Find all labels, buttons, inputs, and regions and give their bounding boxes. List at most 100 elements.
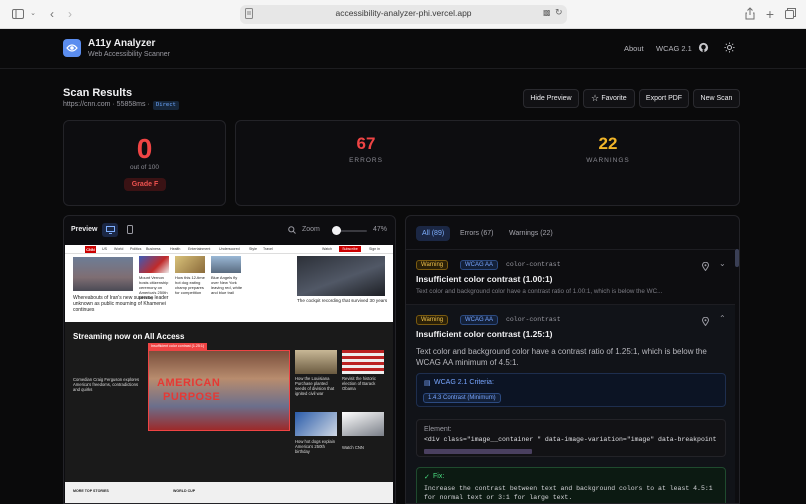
hide-preview-label: Hide Preview bbox=[530, 95, 572, 102]
site-subscribe-button: Subscribe bbox=[339, 246, 361, 252]
section-heading: MORE TOP STORIES bbox=[73, 489, 109, 493]
locate-icon[interactable] bbox=[702, 262, 709, 271]
score-value: 0 bbox=[136, 133, 153, 164]
zoom-label: Zoom bbox=[302, 226, 320, 233]
warnings-count: 22 bbox=[598, 134, 618, 153]
mobile-view-button[interactable] bbox=[122, 223, 138, 237]
app-subtitle: Web Accessibility Scanner bbox=[88, 51, 170, 58]
website-preview[interactable]: CNN US World Politics Business Health En… bbox=[65, 245, 393, 503]
element-label: Element: bbox=[424, 426, 452, 433]
app-title: A11y Analyzer bbox=[88, 38, 156, 49]
tabs-overview-icon[interactable] bbox=[785, 8, 796, 19]
reload-icon[interactable]: ↻ bbox=[555, 7, 563, 18]
nav-wcag-link[interactable]: WCAG 2.1 bbox=[656, 44, 692, 53]
site-nav-item: Politics bbox=[130, 247, 142, 251]
issue-title: Insufficient color contrast (1.25:1) bbox=[416, 329, 553, 339]
tab-errors[interactable]: Errors (67) bbox=[454, 226, 499, 241]
site-nav-item: Underscored bbox=[219, 247, 240, 251]
fix-box: ✓ Fix: Increase the contrast between tex… bbox=[416, 467, 726, 503]
forward-icon[interactable]: › bbox=[63, 7, 77, 21]
video-caption: The cockpit recording that survived 30 y… bbox=[297, 298, 388, 303]
story-caption: How this 12-time hot dog eating champ pr… bbox=[175, 275, 205, 295]
new-scan-label: New Scan bbox=[700, 95, 733, 102]
results-panel: All (89) Errors (67) Warnings (22) Warni… bbox=[405, 215, 740, 504]
feature-image-text: AMERICAN bbox=[157, 377, 221, 389]
story-caption: Blue Angels fly over New York leaving re… bbox=[211, 275, 243, 295]
issue-summary: Text color and background color have a c… bbox=[416, 288, 663, 295]
chevron-down-icon[interactable]: ⌄ bbox=[26, 7, 40, 21]
url-text: accessibility-analyzer-phi.vercel.app bbox=[335, 8, 472, 18]
site-nav-item: World bbox=[114, 247, 124, 251]
side-image bbox=[342, 350, 384, 374]
back-icon[interactable]: ‹ bbox=[45, 7, 59, 21]
site-nav-item: Watch bbox=[322, 247, 333, 251]
locate-icon[interactable] bbox=[702, 317, 709, 326]
theme-toggle-icon[interactable] bbox=[724, 42, 735, 53]
desktop-view-button[interactable] bbox=[102, 223, 118, 237]
new-scan-button[interactable]: New Scan bbox=[693, 89, 740, 108]
streaming-section: Streaming now on All Access Insufficient… bbox=[65, 322, 393, 503]
site-nav-item: Sign in bbox=[369, 247, 380, 251]
criteria-item[interactable]: 1.4.3 Contrast (Minimum) bbox=[423, 393, 501, 403]
severity-badge: Warning bbox=[416, 315, 449, 325]
scrollbar[interactable] bbox=[735, 249, 739, 267]
headline-image bbox=[73, 257, 133, 291]
rule-id: color-contrast bbox=[506, 261, 561, 268]
story-image bbox=[139, 256, 169, 273]
star-icon: ☆ bbox=[591, 93, 600, 103]
zoom-value: 47% bbox=[373, 226, 388, 233]
address-bar[interactable]: accessibility-analyzer-phi.vercel.app ▩ … bbox=[240, 5, 567, 24]
wcag-level-badge: WCAG AA bbox=[460, 315, 499, 325]
favorite-button[interactable]: ☆ Favorite bbox=[583, 89, 635, 108]
side-image bbox=[295, 350, 337, 374]
export-pdf-button[interactable]: Export PDF bbox=[639, 89, 689, 108]
wcag-level-badge: WCAG AA bbox=[460, 260, 499, 270]
new-tab-icon[interactable]: + bbox=[763, 7, 777, 21]
nav-about-link[interactable]: About bbox=[624, 44, 644, 53]
collapse-icon[interactable]: ⌃ bbox=[719, 314, 726, 323]
stats-card: 67 ERRORS 22 WARNINGS bbox=[235, 120, 740, 206]
share-icon[interactable] bbox=[745, 7, 755, 20]
element-box: Element: <div class="image__container " … bbox=[416, 419, 726, 457]
element-code: <div class="image__container " data-imag… bbox=[424, 436, 717, 443]
issue-title: Insufficient color contrast (1.00:1) bbox=[416, 274, 553, 284]
check-icon: ✓ bbox=[424, 474, 430, 481]
tab-all[interactable]: All (89) bbox=[416, 226, 451, 241]
github-icon[interactable] bbox=[698, 42, 709, 53]
hide-preview-button[interactable]: Hide Preview bbox=[523, 89, 579, 108]
expand-icon[interactable]: ⌄ bbox=[719, 259, 726, 268]
favorite-label: Favorite bbox=[601, 95, 627, 102]
tab-warnings[interactable]: Warnings (22) bbox=[503, 226, 559, 241]
site-nav: CNN US World Politics Business Health En… bbox=[65, 245, 393, 254]
story-image bbox=[175, 256, 205, 273]
side-image bbox=[342, 412, 384, 436]
site-nav-item: Business bbox=[146, 247, 161, 251]
site-nav-item: US bbox=[102, 247, 107, 251]
warnings-label: WARNINGS bbox=[586, 157, 630, 164]
criteria-label: WCAG 2.1 Criteria: bbox=[434, 379, 494, 386]
zoom-slider-thumb[interactable] bbox=[332, 226, 341, 235]
side-caption: Revisit the historic election of Barack … bbox=[342, 376, 376, 391]
story-image bbox=[211, 256, 241, 273]
eye-icon bbox=[66, 44, 78, 52]
highlight-tag: Insufficient color contrast (1.25:1) bbox=[148, 343, 208, 350]
code-scrollbar[interactable] bbox=[424, 449, 532, 454]
rule-id: color-contrast bbox=[506, 316, 561, 323]
headline-main: Whereabouts of Iran's new supreme leader… bbox=[73, 295, 169, 313]
severity-badge: Warning bbox=[416, 260, 449, 270]
feature-image-text: PURPOSE bbox=[163, 391, 221, 403]
app-header: A11y Analyzer Web Accessibility Scanner … bbox=[0, 29, 806, 69]
scan-mode-badge: Direct bbox=[153, 101, 179, 110]
streaming-title: Streaming now on All Access bbox=[73, 332, 185, 341]
scan-title: Scan Results bbox=[63, 87, 133, 99]
score-out-of: out of 100 bbox=[130, 164, 159, 171]
fix-label: Fix: bbox=[433, 473, 445, 480]
errors-label: ERRORS bbox=[349, 157, 383, 164]
errors-count: 67 bbox=[356, 134, 376, 153]
translate-icon[interactable]: ▩ bbox=[543, 8, 551, 17]
mobile-icon bbox=[127, 225, 133, 234]
zoom-icon bbox=[288, 226, 296, 234]
issue-item[interactable]: Warning WCAG AA color-contrast ⌄ Insuffi… bbox=[406, 249, 735, 304]
sidebar-toggle-icon[interactable] bbox=[12, 9, 24, 19]
side-caption: How hot dogs explain America's 250th bir… bbox=[295, 439, 336, 454]
